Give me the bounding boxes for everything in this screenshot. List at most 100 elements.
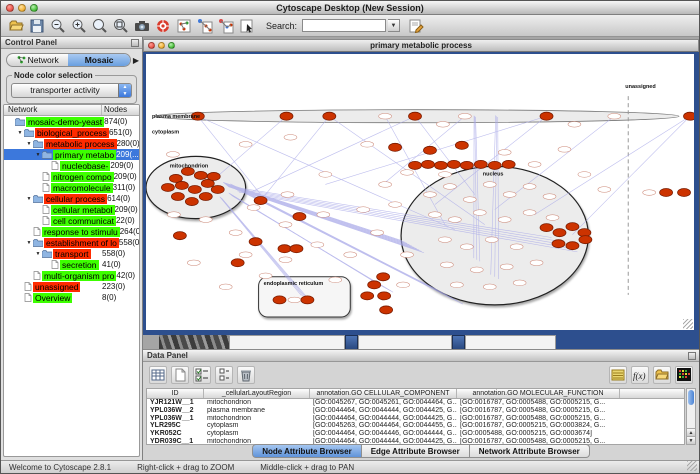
gene-node[interactable] [361,292,374,300]
gene-label-node[interactable] [460,244,473,250]
gene-node[interactable] [323,112,336,120]
gene-node[interactable] [434,161,447,169]
gene-node[interactable] [660,188,673,196]
gene-node[interactable] [290,245,303,253]
save-session-button[interactable] [27,16,46,35]
gene-node[interactable] [380,306,393,314]
gene-node[interactable] [553,229,566,237]
gene-node[interactable] [175,181,188,189]
gene-node[interactable] [566,223,579,231]
unselect-attributes-button[interactable] [215,366,233,384]
table-row[interactable]: YPL036W__1mitochondrion[GO:0044464, GO:0… [147,415,684,423]
network-window-titlebar[interactable]: primary metabolic process [143,39,699,52]
gene-label-node[interactable] [199,217,212,223]
tree-row[interactable]: nucleobase-209(0) [4,160,139,171]
gene-node[interactable] [540,224,553,232]
gene-label-node[interactable] [523,210,536,216]
node-color-dropdown[interactable]: transporter activity ▲▼ [11,83,132,98]
gene-node[interactable] [447,160,460,168]
gene-node[interactable] [377,273,390,281]
gene-label-node[interactable] [284,134,297,140]
zoom-window-button[interactable] [30,4,38,12]
gene-label-node[interactable] [281,192,294,198]
tree-row[interactable]: ▼biological_process651(0) [4,127,139,138]
gene-node[interactable] [194,171,207,179]
scroll-down-icon[interactable]: ▼ [687,436,695,444]
gene-label-node[interactable] [498,150,511,156]
table-row[interactable]: YKR052Ccytoplasm[GO:0044464, GO:0044446,… [147,430,684,438]
gene-label-node[interactable] [279,257,292,263]
gene-label-node[interactable] [458,113,471,119]
gene-label-node[interactable] [187,260,200,266]
gene-label-node[interactable] [239,142,252,148]
gene-node[interactable] [368,281,381,289]
float-panel-icon[interactable] [131,39,139,47]
gene-node[interactable] [409,112,422,120]
scroll-up-icon[interactable]: ▲ [687,428,695,436]
gene-label-node[interactable] [438,172,451,178]
tab-node-attribute-browser[interactable]: Node Attribute Browser [252,444,362,458]
gene-node[interactable] [188,185,201,193]
tree-row[interactable]: secretion41(0) [4,259,139,270]
gene-label-node[interactable] [371,230,384,236]
expander-icon[interactable]: ▼ [25,141,33,147]
table-column-header[interactable]: _cellularLayoutRegion [204,389,310,398]
network-view-button[interactable] [216,16,235,35]
gene-label-node[interactable] [317,212,330,218]
gene-label-node[interactable] [329,277,342,283]
gene-label-node[interactable] [167,212,180,218]
window-resize-grip[interactable] [683,319,693,329]
gene-label-node[interactable] [530,260,543,266]
network-minimize-button[interactable] [158,42,165,49]
gene-node[interactable] [199,193,212,201]
tab-mosaic[interactable]: Mosaic [68,54,129,66]
tree-row[interactable]: response to stimulu264(0) [4,226,139,237]
gene-node[interactable] [185,198,198,206]
gene-label-node[interactable] [463,197,476,203]
table-row[interactable]: YLR295Ccytoplasm[GO:0045263, GO:0044464,… [147,422,684,430]
tree-row[interactable]: cell communicat22(0) [4,215,139,226]
gene-node[interactable] [566,242,579,250]
vizmapper-button[interactable] [237,16,256,35]
gene-label-node[interactable] [513,280,526,286]
gene-label-node[interactable] [470,267,483,273]
gene-label-node[interactable] [440,262,453,268]
gene-node[interactable] [460,161,473,169]
gene-node[interactable] [278,245,291,253]
gene-node[interactable] [173,232,186,240]
gene-label-node[interactable] [379,113,392,119]
gene-label-node[interactable] [598,187,611,193]
gene-label-node[interactable] [389,202,402,208]
help-button[interactable] [153,16,172,35]
gene-node[interactable] [273,296,286,304]
function-builder-button[interactable]: f(x) [631,366,649,384]
gene-node[interactable] [389,143,402,151]
tree-row[interactable]: unassigned223(0) [4,281,139,292]
gene-label-node[interactable] [528,162,541,168]
tree-row[interactable]: mosaic-demo-yeast874(0) [4,116,139,127]
close-button[interactable] [6,4,14,12]
gene-label-node[interactable] [558,147,571,153]
snapshot-button[interactable] [132,16,151,35]
gene-label-node[interactable] [498,217,511,223]
gene-node[interactable] [488,161,501,169]
tree-row[interactable]: macromolecule311(0) [4,182,139,193]
gene-label-node[interactable] [401,170,414,176]
gene-label-node[interactable] [219,284,232,290]
open-file-button[interactable] [6,16,25,35]
gene-label-node[interactable] [438,237,451,243]
table-row[interactable]: YJR121W__1mitochondrion[GO:0045267, GO:0… [147,399,684,407]
minimize-button[interactable] [18,4,26,12]
attribute-grid-button[interactable] [149,366,167,384]
import-attributes-button[interactable] [653,366,671,384]
gene-label-node[interactable] [443,184,456,190]
search-dropdown-arrow-icon[interactable]: ▼ [388,19,400,32]
gene-node[interactable] [423,146,436,154]
gene-node[interactable] [552,240,565,248]
annotation-button[interactable] [406,16,425,35]
table-column-header[interactable]: ID [147,389,204,398]
delete-attribute-button[interactable] [237,366,255,384]
network-zoom-button[interactable] [168,42,175,49]
gene-label-node[interactable] [319,172,332,178]
gene-node[interactable] [684,112,694,120]
